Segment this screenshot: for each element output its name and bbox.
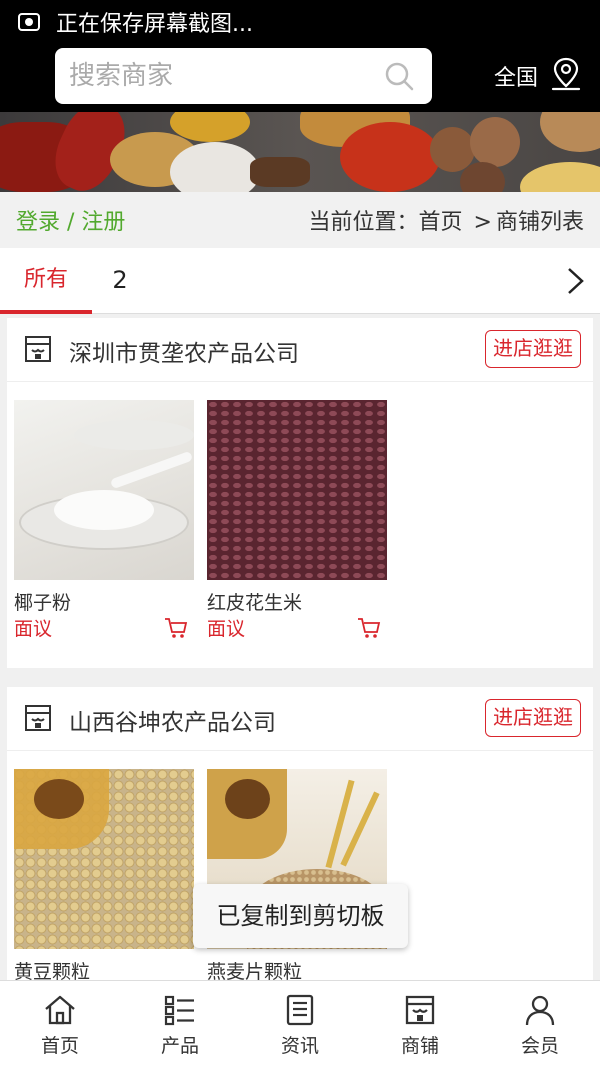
- shop-name[interactable]: 山西谷坤农产品公司: [69, 703, 276, 737]
- top-bar: 全国: [0, 44, 600, 112]
- breadcrumb-label: 当前位置：: [308, 210, 419, 235]
- nav-label: 商铺: [400, 1035, 439, 1057]
- nav-label: 产品: [160, 1035, 199, 1057]
- chevron-right-icon[interactable]: [564, 266, 586, 296]
- search-input[interactable]: [69, 56, 369, 96]
- search-icon[interactable]: [384, 61, 414, 91]
- shop-header: 深圳市贯垄农产品公司 进店逛逛: [7, 318, 593, 382]
- product-list: 椰子粉 面议 红皮花生米 面议: [7, 382, 593, 668]
- breadcrumb-bar: 登录 / 注册 当前位置：首页 > 商铺列表: [0, 192, 600, 248]
- shop-icon: [405, 995, 435, 1025]
- product-card[interactable]: 椰子粉 面议: [14, 400, 194, 641]
- visit-shop-button[interactable]: 进店逛逛: [485, 699, 581, 737]
- breadcrumb-home[interactable]: 首页: [419, 210, 463, 235]
- product-name[interactable]: 红皮花生米: [207, 588, 387, 614]
- spices-banner[interactable]: [0, 112, 600, 192]
- nav-products[interactable]: 产品: [120, 981, 240, 1067]
- shop-name[interactable]: 深圳市贯垄农产品公司: [69, 334, 299, 368]
- nav-label: 资讯: [280, 1035, 319, 1057]
- category-tabs: 所有 2: [0, 248, 600, 314]
- copied-toast: 已复制到剪切板: [193, 884, 408, 948]
- bottom-nav: 首页 产品 资讯 商铺 会员: [0, 980, 600, 1067]
- shop-icon: [25, 705, 51, 731]
- breadcrumb-current: 商铺列表: [495, 210, 584, 235]
- nav-member[interactable]: 会员: [480, 981, 600, 1067]
- location-icon[interactable]: [550, 56, 582, 92]
- region-selector[interactable]: 全国: [494, 60, 538, 92]
- screenshot-icon: [18, 13, 40, 31]
- breadcrumb: 当前位置：首页 > 商铺列表: [309, 204, 584, 236]
- nav-home[interactable]: 首页: [0, 981, 120, 1067]
- list-icon: [164, 995, 194, 1026]
- nav-label: 会员: [520, 1035, 559, 1057]
- product-card[interactable]: 黄豆颗粒: [14, 769, 194, 983]
- nav-label: 首页: [40, 1035, 79, 1057]
- tab-all[interactable]: 所有: [0, 248, 92, 314]
- nav-shops[interactable]: 商铺: [360, 981, 480, 1067]
- news-icon: [286, 994, 314, 1026]
- product-image-coconut-powder[interactable]: [14, 400, 194, 580]
- product-card[interactable]: 燕麦片颗粒: [207, 769, 387, 983]
- search-box[interactable]: [55, 48, 432, 104]
- shop-card: 深圳市贯垄农产品公司 进店逛逛 椰子粉 面议 红皮花生米 面议: [7, 318, 593, 668]
- nav-news[interactable]: 资讯: [240, 981, 360, 1067]
- status-bar: 正在保存屏幕截图...: [0, 0, 600, 44]
- cart-icon[interactable]: [357, 617, 381, 639]
- shop-header: 山西谷坤农产品公司 进店逛逛: [7, 687, 593, 751]
- home-icon: [45, 995, 75, 1025]
- product-image-soybean-granules[interactable]: [14, 769, 194, 949]
- product-image-red-peanuts[interactable]: [207, 400, 387, 580]
- visit-shop-button[interactable]: 进店逛逛: [485, 330, 581, 368]
- product-card[interactable]: 红皮花生米 面议: [207, 400, 387, 641]
- product-name[interactable]: 椰子粉: [14, 588, 194, 614]
- tab-page-2[interactable]: 2: [100, 248, 140, 314]
- login-register-link[interactable]: 登录 / 注册: [16, 204, 125, 236]
- status-text: 正在保存屏幕截图...: [56, 12, 253, 37]
- breadcrumb-separator: >: [473, 210, 492, 235]
- cart-icon[interactable]: [164, 617, 188, 639]
- shop-icon: [25, 336, 51, 362]
- user-icon: [525, 995, 555, 1026]
